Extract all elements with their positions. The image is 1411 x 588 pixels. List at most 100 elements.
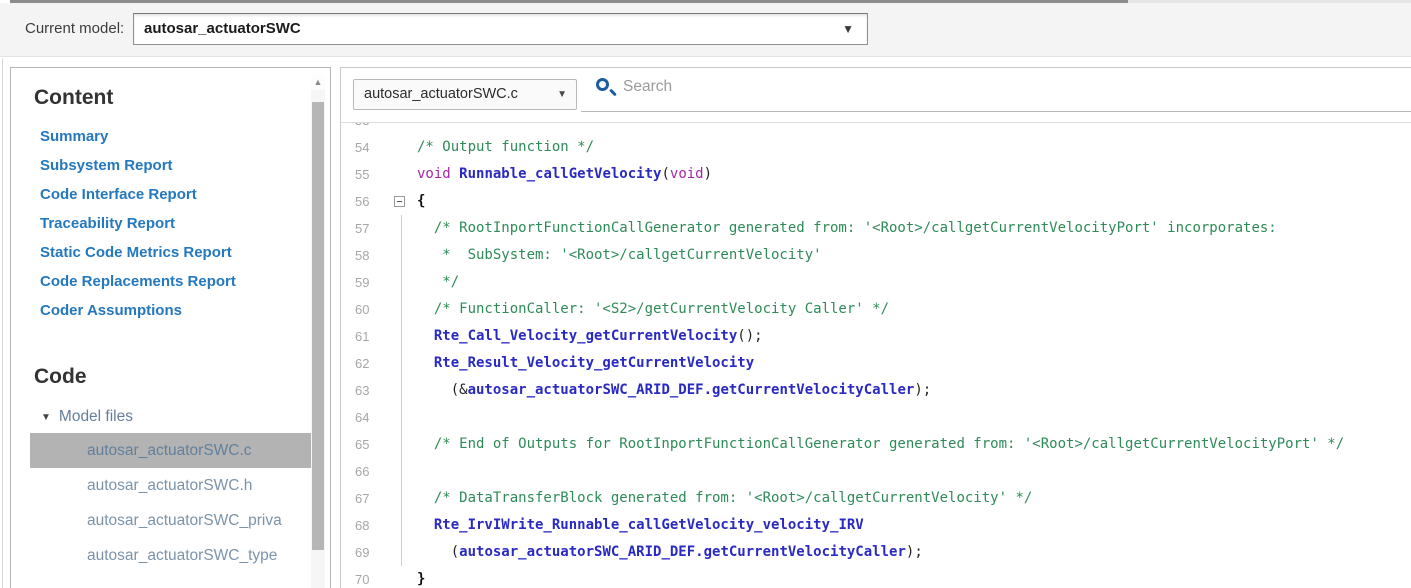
code-text bbox=[417, 458, 1411, 485]
code-line-61: 61 Rte_Call_Velocity_getCurrentVelocity(… bbox=[341, 323, 1411, 350]
line-number: 68 bbox=[341, 512, 391, 539]
code-text: /* DataTransferBlock generated from: '<R… bbox=[417, 485, 1411, 512]
fold-guide-line bbox=[391, 377, 417, 404]
page-left-border bbox=[2, 58, 3, 588]
code-line-54: 54/* Output function */ bbox=[341, 134, 1411, 161]
report-navigation-sidebar: Content SummarySubsystem ReportCode Inte… bbox=[10, 67, 331, 588]
code-text bbox=[417, 123, 1411, 134]
code-text: * SubSystem: '<Root>/callgetCurrentVeloc… bbox=[417, 242, 1411, 269]
line-number: 61 bbox=[341, 323, 391, 350]
line-number: 63 bbox=[341, 377, 391, 404]
code-text: /* FunctionCaller: '<S2>/getCurrentVeloc… bbox=[417, 296, 1411, 323]
content-link-summary[interactable]: Summary bbox=[40, 122, 330, 151]
collapse-minus-icon[interactable] bbox=[394, 196, 405, 207]
line-number: 64 bbox=[341, 404, 391, 431]
code-line-65: 65 /* End of Outputs for RootInportFunct… bbox=[341, 431, 1411, 458]
search-input[interactable]: Search bbox=[581, 68, 1411, 112]
fold-column bbox=[391, 134, 417, 161]
fold-guide-line bbox=[391, 296, 417, 323]
content-link-subsystem-report[interactable]: Subsystem Report bbox=[40, 151, 330, 180]
fold-column bbox=[391, 188, 417, 215]
content-heading: Content bbox=[34, 86, 330, 110]
scrollbar-thumb[interactable] bbox=[312, 102, 324, 550]
current-model-bar: Current model: autosar_actuatorSWC ▼ bbox=[0, 3, 1411, 57]
current-model-dropdown[interactable]: autosar_actuatorSWC ▼ bbox=[133, 13, 868, 45]
current-model-label: Current model: bbox=[25, 20, 124, 37]
content-link-static-code-metrics-report[interactable]: Static Code Metrics Report bbox=[40, 238, 330, 267]
line-number: 60 bbox=[341, 296, 391, 323]
tree-file-item[interactable]: autosar_actuatorSWC.h bbox=[30, 468, 319, 503]
fold-guide-line bbox=[391, 512, 417, 539]
file-selector-value: autosar_actuatorSWC.c bbox=[364, 80, 518, 109]
sidebar-scrollbar[interactable]: ▲ bbox=[311, 74, 325, 588]
fold-column bbox=[391, 123, 417, 134]
code-line-67: 67 /* DataTransferBlock generated from: … bbox=[341, 485, 1411, 512]
current-model-value: autosar_actuatorSWC bbox=[144, 14, 301, 44]
tree-file-item[interactable]: autosar_actuatorSWC_type bbox=[30, 538, 319, 573]
tree-group-model-files[interactable]: ▼ Model files bbox=[41, 405, 330, 429]
code-text: /* RootInportFunctionCallGenerator gener… bbox=[417, 215, 1411, 242]
search-icon bbox=[595, 77, 617, 99]
line-number: 70 bbox=[341, 566, 391, 588]
search-placeholder: Search bbox=[623, 78, 672, 96]
line-number: 69 bbox=[341, 539, 391, 566]
code-text: Rte_Call_Velocity_getCurrentVelocity(); bbox=[417, 323, 1411, 350]
code-line-62: 62 Rte_Result_Velocity_getCurrentVelocit… bbox=[341, 350, 1411, 377]
fold-column bbox=[391, 161, 417, 188]
code-line-69: 69 (autosar_actuatorSWC_ARID_DEF.getCurr… bbox=[341, 539, 1411, 566]
caret-down-icon: ▼ bbox=[41, 406, 51, 430]
code-text: { bbox=[417, 188, 1411, 215]
code-text: /* Output function */ bbox=[417, 134, 1411, 161]
code-line-59: 59 */ bbox=[341, 269, 1411, 296]
tree-file-item[interactable]: autosar_actuatorSWC_priva bbox=[30, 503, 319, 538]
fold-guide-line bbox=[391, 431, 417, 458]
fold-guide-line bbox=[391, 485, 417, 512]
tree-file-item[interactable]: autosar_actuatorSWC.c bbox=[30, 433, 319, 468]
content-link-traceability-report[interactable]: Traceability Report bbox=[40, 209, 330, 238]
model-files-list: autosar_actuatorSWC.cautosar_actuatorSWC… bbox=[11, 433, 330, 573]
code-line-53: 53 bbox=[341, 123, 1411, 134]
code-line-64: 64 bbox=[341, 404, 1411, 431]
code-text: (&autosar_actuatorSWC_ARID_DEF.getCurren… bbox=[417, 377, 1411, 404]
line-number: 56 bbox=[341, 188, 391, 215]
fold-guide-line bbox=[391, 539, 417, 566]
line-number: 53 bbox=[341, 123, 391, 134]
code-line-66: 66 bbox=[341, 458, 1411, 485]
code-text bbox=[417, 404, 1411, 431]
content-link-code-interface-report[interactable]: Code Interface Report bbox=[40, 180, 330, 209]
line-number: 62 bbox=[341, 350, 391, 377]
code-text: } bbox=[417, 566, 1411, 588]
line-number: 58 bbox=[341, 242, 391, 269]
code-line-60: 60 /* FunctionCaller: '<S2>/getCurrentVe… bbox=[341, 296, 1411, 323]
line-number: 57 bbox=[341, 215, 391, 242]
scrollbar-up-arrow-icon[interactable]: ▲ bbox=[311, 74, 325, 90]
code-line-70: 70} bbox=[341, 566, 1411, 588]
code-line-57: 57 /* RootInportFunctionCallGenerator ge… bbox=[341, 215, 1411, 242]
line-number: 59 bbox=[341, 269, 391, 296]
line-number: 65 bbox=[341, 431, 391, 458]
line-number: 55 bbox=[341, 161, 391, 188]
code-line-55: 55 void Runnable_callGetVelocity(void) bbox=[341, 161, 1411, 188]
content-link-coder-assumptions[interactable]: Coder Assumptions bbox=[40, 296, 330, 325]
code-line-56: 56 { bbox=[341, 188, 1411, 215]
code-line-68: 68 Rte_IrvIWrite_Runnable_callGetVelocit… bbox=[341, 512, 1411, 539]
file-selector-dropdown[interactable]: autosar_actuatorSWC.c ▼ bbox=[353, 79, 577, 110]
content-link-code-replacements-report[interactable]: Code Replacements Report bbox=[40, 267, 330, 296]
fold-guide-line bbox=[391, 323, 417, 350]
code-heading: Code bbox=[34, 365, 330, 389]
code-text: */ bbox=[417, 269, 1411, 296]
line-number: 66 bbox=[341, 458, 391, 485]
code-viewer[interactable]: 5354/* Output function */55 void Runnable… bbox=[341, 123, 1411, 588]
fold-guide-line bbox=[391, 458, 417, 485]
code-text: Rte_Result_Velocity_getCurrentVelocity bbox=[417, 350, 1411, 377]
fold-guide-line bbox=[391, 242, 417, 269]
fold-guide-line bbox=[391, 269, 417, 296]
tree-group-label: Model files bbox=[59, 408, 133, 425]
line-number: 67 bbox=[341, 485, 391, 512]
code-text: void Runnable_callGetVelocity(void) bbox=[417, 161, 1411, 188]
code-text: /* End of Outputs for RootInportFunction… bbox=[417, 431, 1411, 458]
code-text: Rte_IrvIWrite_Runnable_callGetVelocity_v… bbox=[417, 512, 1411, 539]
file-selector-arrow-icon: ▼ bbox=[557, 89, 567, 100]
code-lines: 5354/* Output function */55 void Runnable… bbox=[341, 123, 1411, 588]
code-toolbar: autosar_actuatorSWC.c ▼ Search bbox=[341, 68, 1411, 123]
